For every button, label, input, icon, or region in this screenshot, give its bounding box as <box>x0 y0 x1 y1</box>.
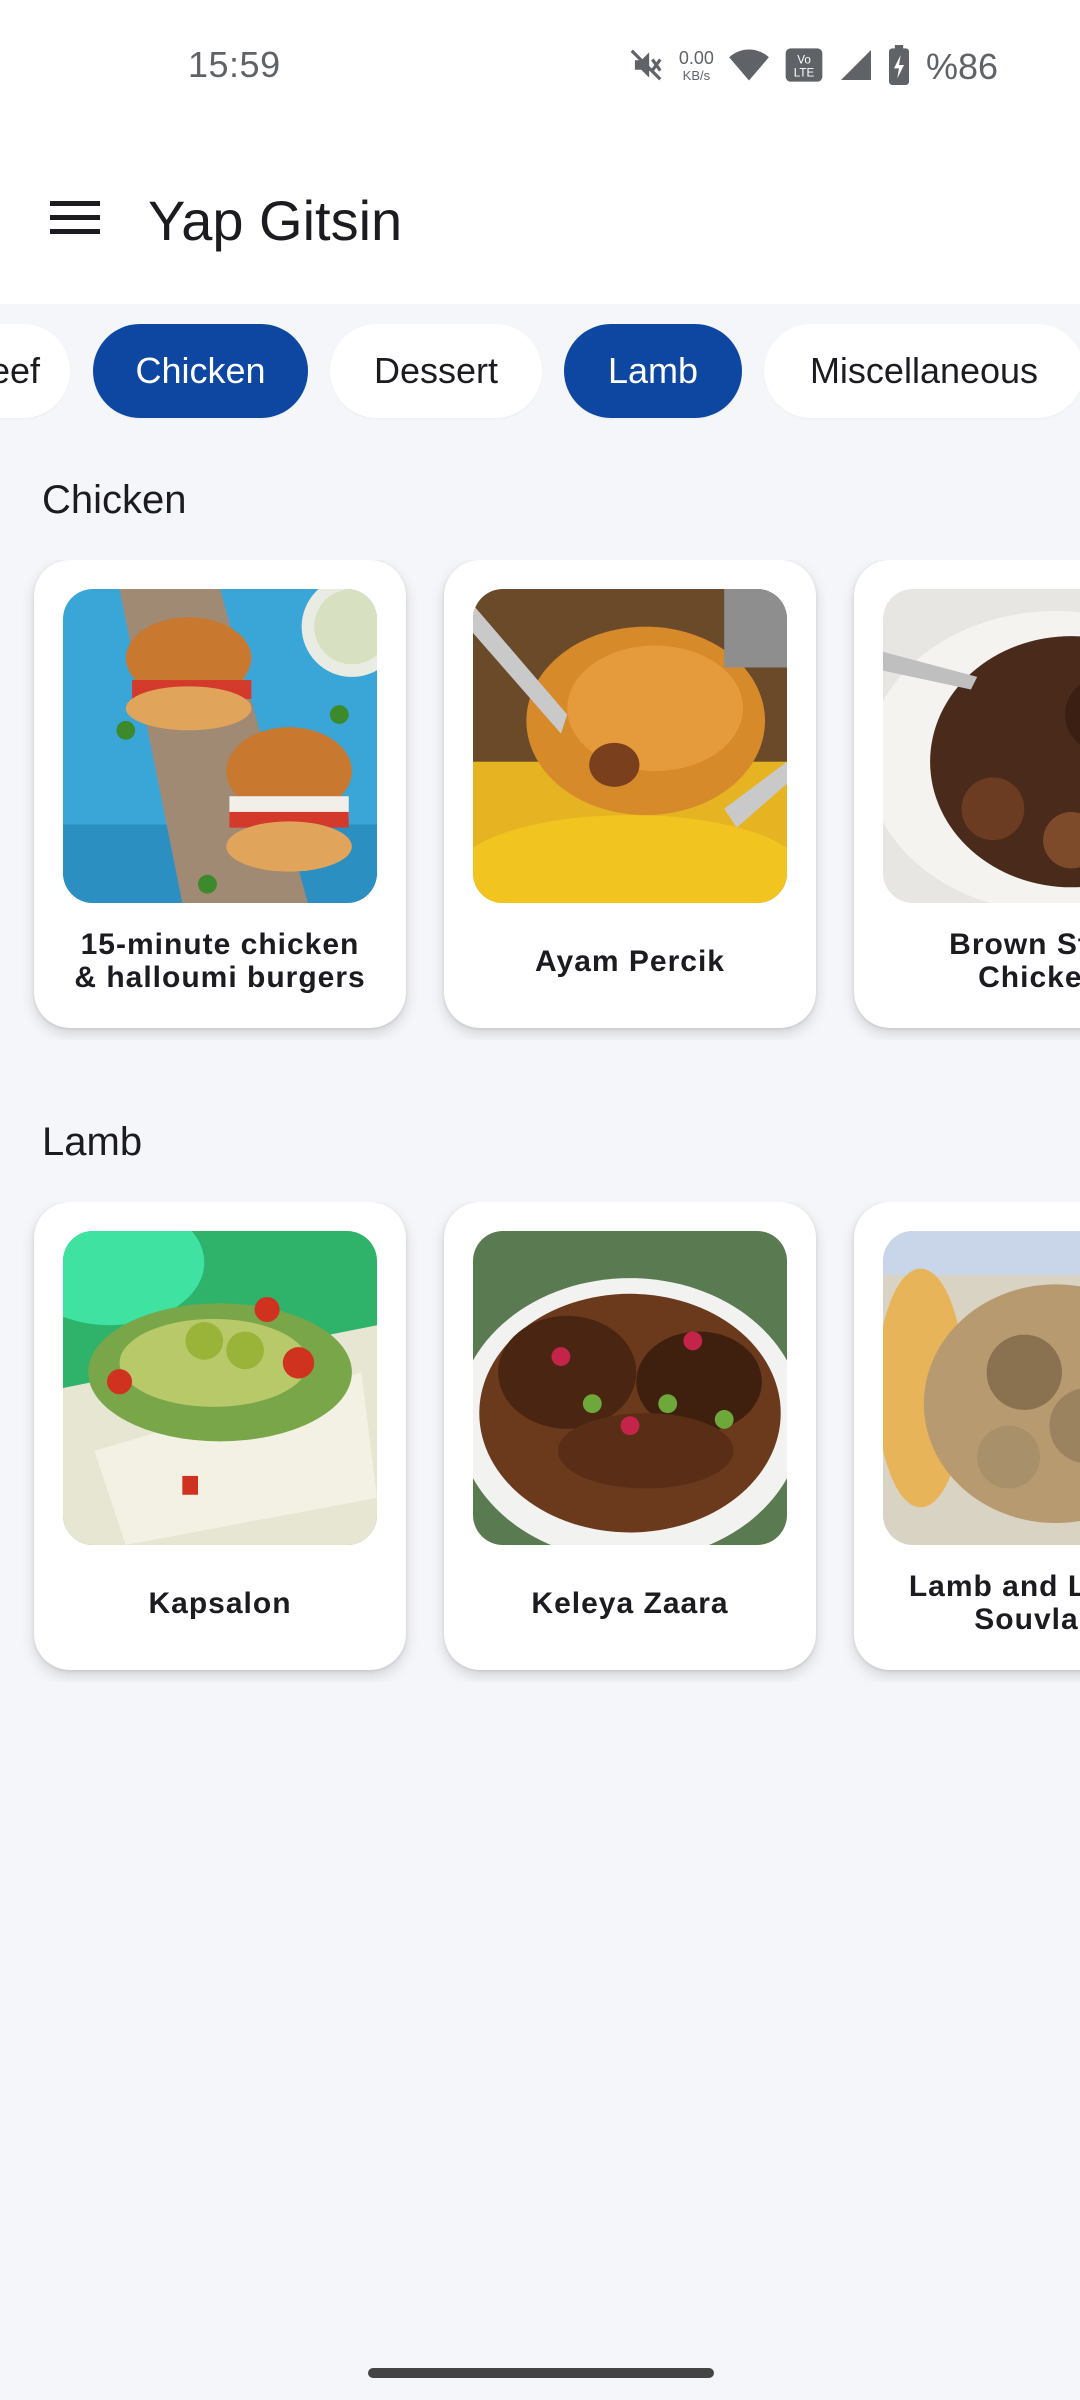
chip-label: Beef <box>0 350 40 391</box>
meal-name: Keleya Zaara <box>531 1586 729 1620</box>
chip-label: Lamb <box>607 350 699 391</box>
hamburger-menu-icon <box>50 199 100 240</box>
meal-card[interactable]: Ayam Percik <box>444 560 816 1028</box>
chip-beef[interactable]: Beef <box>0 324 70 418</box>
meal-card[interactable]: Brown Stew Chicken <box>854 560 1080 1028</box>
card-row-lamb[interactable]: Kapsalon Keleya Zaara Lamb and L Souvla <box>0 1202 1080 1682</box>
meal-name: 15-minute chicken & halloumi burgers <box>74 928 366 994</box>
meal-name: Brown Stew Chicken <box>949 928 1080 994</box>
meal-name: Ayam Percik <box>534 944 725 978</box>
chip-chicken[interactable]: Chicken <box>93 324 308 418</box>
chip-label: Dessert <box>373 350 499 391</box>
meal-image <box>473 1231 787 1545</box>
volte-icon: Vo LTE <box>784 46 824 89</box>
net-speed: 0.00 KB/s <box>679 49 714 85</box>
chip-label: Miscellaneous <box>809 350 1039 391</box>
net-speed-value: 0.00 <box>678 48 714 68</box>
meal-name: Lamb and Lemon Souvlaki <box>908 1570 1080 1636</box>
card-row-chicken[interactable]: 15-minute chicken & halloumi burgers Aya… <box>0 560 1080 1040</box>
home-indicator[interactable] <box>368 2368 714 2378</box>
status-icons: 0.00 KB/s Vo LTE %86 <box>627 40 998 94</box>
section-title-lamb: Lamb <box>42 1120 143 1164</box>
wifi-icon <box>728 46 770 89</box>
meal-card[interactable]: Keleya Zaara <box>444 1202 816 1670</box>
meal-image <box>473 589 787 903</box>
app-title: Yap Gitsin <box>148 189 403 252</box>
net-speed-unit: KB/s <box>682 68 711 83</box>
meal-image <box>883 1231 1080 1545</box>
meal-image <box>63 1231 377 1545</box>
chip-miscellaneous[interactable]: Miscellaneous <box>764 324 1080 418</box>
section-title-chicken: Chicken <box>42 478 187 522</box>
meal-card[interactable]: Lamb and Lemon Souvlaki <box>854 1202 1080 1670</box>
chip-lamb[interactable]: Lamb <box>564 324 742 418</box>
status-bar: 15:59 0.00 KB/s Vo LTE %86 <box>0 0 1080 132</box>
svg-text:LTE: LTE <box>794 66 815 79</box>
svg-text:Vo: Vo <box>797 53 811 66</box>
battery-percentage: %86 <box>925 46 998 87</box>
chip-dessert[interactable]: Dessert <box>330 324 542 418</box>
battery-charging-icon <box>888 44 910 90</box>
meal-name: Kapsalon <box>148 1586 292 1620</box>
meal-card[interactable]: 15-minute chicken & halloumi burgers <box>34 560 406 1028</box>
meal-card[interactable]: Kapsalon <box>34 1202 406 1670</box>
app-bar: Yap Gitsin <box>0 132 1080 304</box>
mute-icon <box>627 46 665 89</box>
status-time: 15:59 <box>188 44 281 85</box>
meal-image <box>63 589 377 903</box>
meal-image <box>883 589 1080 903</box>
signal-icon <box>838 47 874 88</box>
category-chip-row[interactable]: Beef Chicken Dessert Lamb Miscellaneous <box>0 324 1080 420</box>
menu-button[interactable] <box>40 184 110 254</box>
chip-label: Chicken <box>135 350 266 391</box>
